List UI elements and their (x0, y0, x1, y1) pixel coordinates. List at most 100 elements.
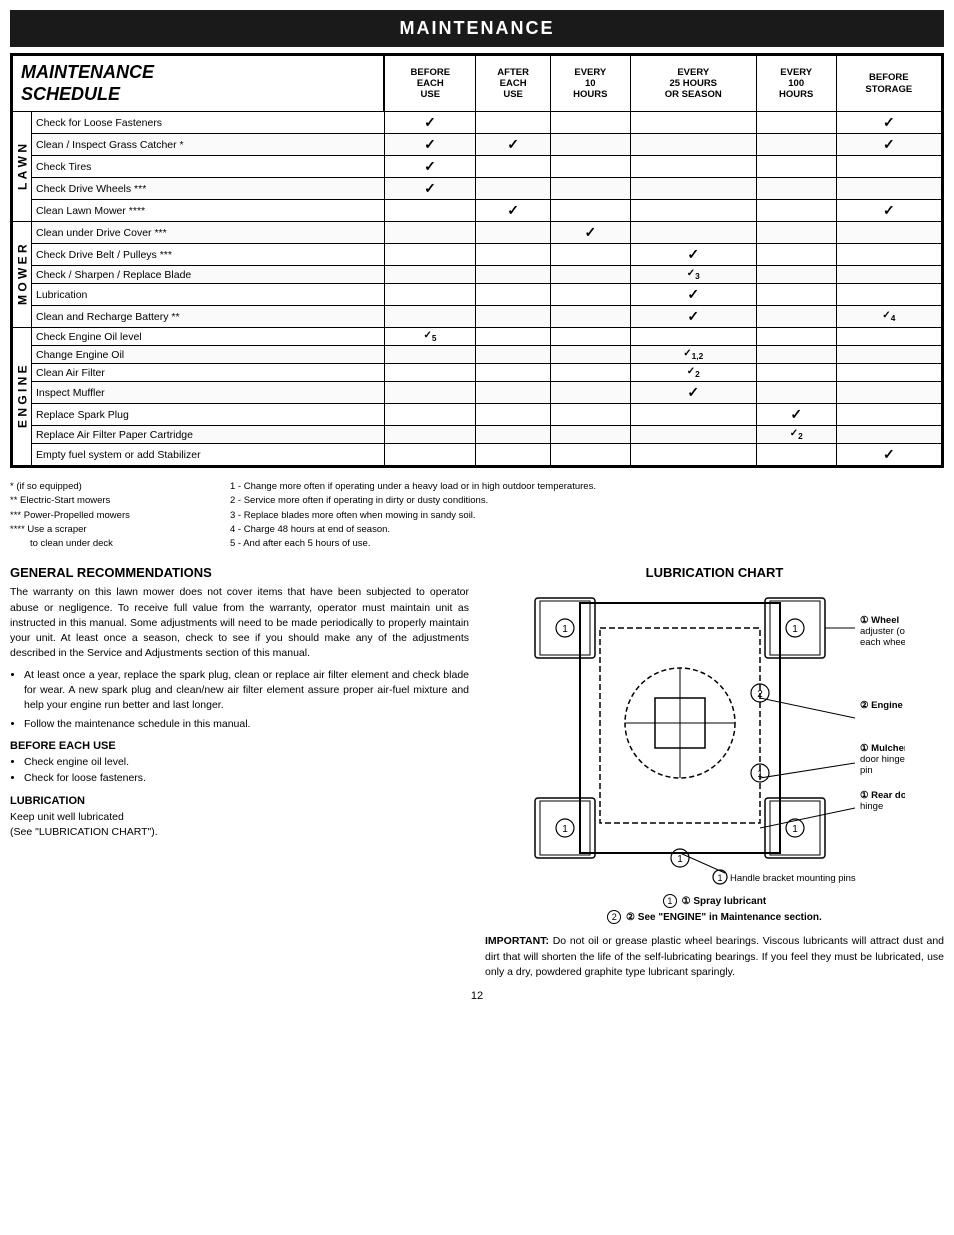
check-cell: ✓ (836, 444, 941, 466)
task-cell: Check Tires (32, 156, 385, 178)
footnote-item: **** Use a scraper (10, 523, 220, 537)
table-row: M O W E R Clean under Drive Cover *** ✓ (13, 222, 942, 244)
check-cell (630, 426, 756, 444)
check-cell: ✓ (630, 382, 756, 404)
check-cell (550, 426, 630, 444)
section-label-mower: M O W E R (13, 222, 32, 328)
check-cell: ✓ (550, 222, 630, 244)
check-cell (384, 200, 476, 222)
task-cell: Clean and Recharge Battery ** (32, 306, 385, 328)
check-cell: ✓ (630, 306, 756, 328)
circle-num-1: 1 (663, 894, 677, 908)
check-cell (756, 178, 836, 200)
check-cell: ✓ (384, 112, 476, 134)
col-after-each-use: AFTEREACHUSE (476, 56, 551, 112)
gen-rec-content: GENERAL RECOMMENDATIONS The warranty on … (10, 565, 469, 732)
check-cell (550, 328, 630, 346)
check-cell: ✓ (836, 200, 941, 222)
svg-text:2: 2 (757, 689, 763, 700)
table-row: Clean / Inspect Grass Catcher * ✓ ✓ ✓ (13, 134, 942, 156)
important-label: IMPORTANT: (485, 935, 549, 947)
check-cell: ✓3 (630, 266, 756, 284)
check-cell (476, 444, 551, 466)
check-cell (550, 444, 630, 466)
col-every-10-hours: EVERY10HOURS (550, 56, 630, 112)
section-label-engine: E N G I N E (13, 328, 32, 466)
check-cell (836, 346, 941, 364)
gen-rec-paragraph: The warranty on this lawn mower does not… (10, 585, 469, 661)
check-cell (476, 284, 551, 306)
col-every-100-hours: EVERY100HOURS (756, 56, 836, 112)
check-cell (630, 112, 756, 134)
check-cell (836, 382, 941, 404)
check-cell (476, 266, 551, 284)
check-cell (476, 382, 551, 404)
col-before-each-use: BEFOREEACHUSE (384, 56, 476, 112)
check-cell (384, 444, 476, 466)
footnote-item: * (if so equipped) (10, 480, 220, 494)
svg-text:① Wheel: ① Wheel (860, 615, 899, 626)
check-cell (550, 364, 630, 382)
check-cell (384, 266, 476, 284)
check-cell: ✓ (476, 134, 551, 156)
check-cell (476, 346, 551, 364)
check-cell: ✓4 (836, 306, 941, 328)
check-cell (756, 134, 836, 156)
check-cell: ✓ (756, 404, 836, 426)
check-cell (384, 306, 476, 328)
check-cell (550, 346, 630, 364)
svg-text:Handle bracket mounting pins: Handle bracket mounting pins (730, 873, 856, 884)
table-row: Replace Spark Plug ✓ (13, 404, 942, 426)
check-cell (550, 266, 630, 284)
check-cell (550, 382, 630, 404)
check-cell (550, 306, 630, 328)
svg-text:1: 1 (757, 769, 763, 780)
check-cell (756, 328, 836, 346)
lubrication-section: LUBRICATION Keep unit well lubricated(Se… (10, 795, 469, 840)
table-row: Replace Air Filter Paper Cartridge ✓2 (13, 426, 942, 444)
check-cell (756, 222, 836, 244)
check-cell (384, 244, 476, 266)
check-cell (550, 244, 630, 266)
check-cell (836, 244, 941, 266)
footnote-item: 3 - Replace blades more often when mowin… (230, 509, 944, 523)
check-cell (756, 444, 836, 466)
check-cell (384, 426, 476, 444)
check-cell (630, 156, 756, 178)
check-cell (630, 404, 756, 426)
check-cell: ✓ (630, 284, 756, 306)
check-cell (476, 222, 551, 244)
check-cell (476, 328, 551, 346)
list-item: Follow the maintenance schedule in this … (24, 717, 469, 732)
table-row: Check Tires ✓ (13, 156, 942, 178)
footnote-item: *** Power-Propelled mowers (10, 509, 220, 523)
page-title: MAINTENANCE (10, 10, 944, 47)
circle-num-2: 2 (607, 910, 621, 924)
check-cell: ✓ (836, 112, 941, 134)
table-row: L A W N Check for Loose Fasteners ✓ ✓ (13, 112, 942, 134)
check-cell (476, 156, 551, 178)
check-cell (476, 244, 551, 266)
svg-text:② Engine oil: ② Engine oil (860, 700, 905, 711)
maintenance-schedule-table: MAINTENANCE SCHEDULE BEFOREEACHUSE AFTER… (10, 53, 944, 468)
table-row: Clean Lawn Mower **** ✓ ✓ (13, 200, 942, 222)
check-cell (630, 328, 756, 346)
footnote-item: 2 - Service more often if operating in d… (230, 494, 944, 508)
before-each-use-section: BEFORE EACH USE Check engine oil level. … (10, 740, 469, 787)
task-cell: Check / Sharpen / Replace Blade (32, 266, 385, 284)
check-cell (836, 156, 941, 178)
check-cell (384, 222, 476, 244)
svg-text:adjuster (on: adjuster (on (860, 626, 905, 637)
check-cell (756, 156, 836, 178)
gen-rec-list: At least once a year, replace the spark … (24, 668, 469, 733)
important-text: Do not oil or grease plastic wheel beari… (485, 935, 944, 977)
svg-text:1: 1 (562, 624, 568, 635)
task-cell: Inspect Muffler (32, 382, 385, 404)
table-row: Check Drive Wheels *** ✓ (13, 178, 942, 200)
table-row: Inspect Muffler ✓ (13, 382, 942, 404)
check-cell: ✓ (384, 178, 476, 200)
check-cell (836, 222, 941, 244)
check-cell (756, 112, 836, 134)
lubrication-heading: LUBRICATION (10, 795, 469, 807)
svg-text:1: 1 (792, 624, 798, 635)
